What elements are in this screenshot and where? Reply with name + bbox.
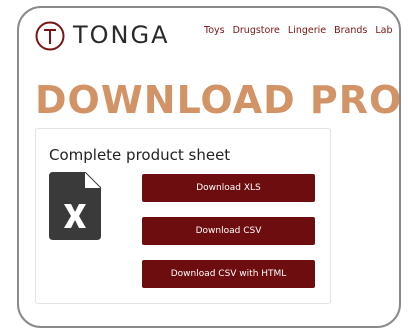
- excel-file-icon: [49, 172, 101, 240]
- card-title: Complete product sheet: [49, 146, 231, 164]
- tonga-logo-icon[interactable]: [35, 21, 65, 51]
- download-csv-html-button[interactable]: Download CSV with HTML: [142, 260, 315, 288]
- nav-item-toys[interactable]: Toys: [204, 25, 225, 36]
- nav-item-lab[interactable]: Lab: [375, 25, 392, 36]
- browser-viewport: TONGA Toys Drugstore Lingerie Brands Lab…: [17, 6, 401, 328]
- download-csv-button[interactable]: Download CSV: [142, 217, 315, 245]
- nav-item-lingerie[interactable]: Lingerie: [288, 25, 326, 36]
- nav-item-drugstore[interactable]: Drugstore: [233, 25, 280, 36]
- main-nav: Toys Drugstore Lingerie Brands Lab: [204, 25, 393, 36]
- brand-name[interactable]: TONGA: [73, 21, 170, 49]
- site-header: TONGA Toys Drugstore Lingerie Brands Lab: [19, 8, 399, 68]
- page-title: DOWNLOAD PROD: [35, 78, 401, 122]
- product-sheet-card: Complete product sheet Download XLS Down…: [35, 128, 331, 304]
- nav-item-brands[interactable]: Brands: [334, 25, 367, 36]
- download-xls-button[interactable]: Download XLS: [142, 174, 315, 202]
